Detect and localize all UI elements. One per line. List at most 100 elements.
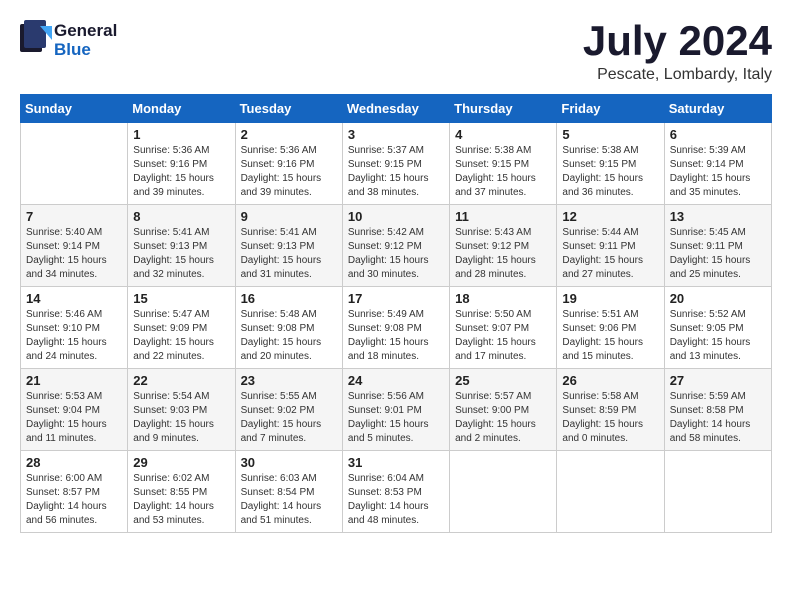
day-info: Sunrise: 5:39 AM Sunset: 9:14 PM Dayligh… [670,144,766,200]
day-number: 5 [562,127,658,142]
day-cell: 6Sunrise: 5:39 AM Sunset: 9:14 PM Daylig… [664,123,771,205]
day-number: 19 [562,291,658,306]
day-cell: 17 Sunrise: 5:49 AM Sunset: 9:08 PM Dayli… [342,287,449,369]
day-info: Sunrise: 6:04 AM Sunset: 8:53 PM Dayligh… [348,472,444,528]
day-cell: 14 Sunrise: 5:46 AM Sunset: 9:10 PM Dayli… [21,287,128,369]
day-number: 22 [133,373,229,388]
day-info: Sunrise: 5:57 AM Sunset: 9:00 PM Dayligh… [455,390,551,446]
day-number: 4 [455,127,551,142]
day-cell [664,451,771,533]
column-header-tuesday: Tuesday [235,95,342,123]
column-header-friday: Friday [557,95,664,123]
day-info: Sunrise: 5:46 AM Sunset: 9:10 PM Dayligh… [26,308,122,364]
day-number: 8 [133,209,229,224]
day-number: 16 [241,291,337,306]
logo: General Blue [20,20,117,61]
month-title: July 2024 [583,20,772,62]
day-cell: 16 Sunrise: 5:48 AM Sunset: 9:08 PM Dayli… [235,287,342,369]
day-info: Sunrise: 5:49 AM Sunset: 9:08 PM Dayligh… [348,308,444,364]
column-header-monday: Monday [128,95,235,123]
week-row-4: 21 Sunrise: 5:53 AM Sunset: 9:04 PM Dayli… [21,369,772,451]
day-cell: 21 Sunrise: 5:53 AM Sunset: 9:04 PM Dayli… [21,369,128,451]
day-cell: 23 Sunrise: 5:55 AM Sunset: 9:02 PM Dayli… [235,369,342,451]
day-number: 10 [348,209,444,224]
day-info: Sunrise: 5:40 AM Sunset: 9:14 PM Dayligh… [26,226,122,282]
day-number: 30 [241,455,337,470]
day-number: 14 [26,291,122,306]
column-header-saturday: Saturday [664,95,771,123]
day-cell: 2 Sunrise: 5:36 AM Sunset: 9:16 PM Daylig… [235,123,342,205]
day-cell: 3 Sunrise: 5:37 AM Sunset: 9:15 PM Daylig… [342,123,449,205]
day-cell [557,451,664,533]
day-cell: 15Sunrise: 5:47 AM Sunset: 9:09 PM Dayli… [128,287,235,369]
day-cell: 24 Sunrise: 5:56 AM Sunset: 9:01 PM Dayli… [342,369,449,451]
day-info: Sunrise: 6:03 AM Sunset: 8:54 PM Dayligh… [241,472,337,528]
day-info: Sunrise: 5:50 AM Sunset: 9:07 PM Dayligh… [455,308,551,364]
day-info: Sunrise: 5:52 AM Sunset: 9:05 PM Dayligh… [670,308,766,364]
day-cell: 11Sunrise: 5:43 AM Sunset: 9:12 PM Dayli… [450,205,557,287]
logo-blue: Blue [54,41,117,60]
week-row-5: 28Sunrise: 6:00 AM Sunset: 8:57 PM Dayli… [21,451,772,533]
calendar-table: SundayMondayTuesdayWednesdayThursdayFrid… [20,94,772,533]
week-row-2: 7 Sunrise: 5:40 AM Sunset: 9:14 PM Daylig… [21,205,772,287]
day-cell: 4Sunrise: 5:38 AM Sunset: 9:15 PM Daylig… [450,123,557,205]
calendar-body: 1 Sunrise: 5:36 AM Sunset: 9:16 PM Daylig… [21,123,772,533]
day-number: 27 [670,373,766,388]
day-info: Sunrise: 5:58 AM Sunset: 8:59 PM Dayligh… [562,390,658,446]
day-number: 17 [348,291,444,306]
logo-general: General [54,22,117,41]
day-info: Sunrise: 5:36 AM Sunset: 9:16 PM Dayligh… [133,144,229,200]
day-cell: 30 Sunrise: 6:03 AM Sunset: 8:54 PM Dayli… [235,451,342,533]
day-number: 11 [455,209,551,224]
day-number: 1 [133,127,229,142]
day-info: Sunrise: 5:44 AM Sunset: 9:11 PM Dayligh… [562,226,658,282]
day-number: 31 [348,455,444,470]
day-cell: 19Sunrise: 5:51 AM Sunset: 9:06 PM Dayli… [557,287,664,369]
day-number: 24 [348,373,444,388]
day-info: Sunrise: 5:37 AM Sunset: 9:15 PM Dayligh… [348,144,444,200]
day-number: 2 [241,127,337,142]
column-header-sunday: Sunday [21,95,128,123]
day-number: 29 [133,455,229,470]
day-cell [450,451,557,533]
day-info: Sunrise: 5:55 AM Sunset: 9:02 PM Dayligh… [241,390,337,446]
day-info: Sunrise: 5:47 AM Sunset: 9:09 PM Dayligh… [133,308,229,364]
day-info: Sunrise: 5:41 AM Sunset: 9:13 PM Dayligh… [241,226,337,282]
day-cell: 31 Sunrise: 6:04 AM Sunset: 8:53 PM Dayli… [342,451,449,533]
day-info: Sunrise: 5:36 AM Sunset: 9:16 PM Dayligh… [241,144,337,200]
day-info: Sunrise: 5:56 AM Sunset: 9:01 PM Dayligh… [348,390,444,446]
day-cell: 9 Sunrise: 5:41 AM Sunset: 9:13 PM Daylig… [235,205,342,287]
day-number: 13 [670,209,766,224]
day-cell: 28Sunrise: 6:00 AM Sunset: 8:57 PM Dayli… [21,451,128,533]
day-info: Sunrise: 5:48 AM Sunset: 9:08 PM Dayligh… [241,308,337,364]
day-number: 7 [26,209,122,224]
day-number: 26 [562,373,658,388]
day-number: 21 [26,373,122,388]
day-cell: 7 Sunrise: 5:40 AM Sunset: 9:14 PM Daylig… [21,205,128,287]
day-cell: 8Sunrise: 5:41 AM Sunset: 9:13 PM Daylig… [128,205,235,287]
day-number: 23 [241,373,337,388]
day-cell: 29Sunrise: 6:02 AM Sunset: 8:55 PM Dayli… [128,451,235,533]
day-cell: 12 Sunrise: 5:44 AM Sunset: 9:11 PM Dayli… [557,205,664,287]
day-number: 9 [241,209,337,224]
day-cell: 18 Sunrise: 5:50 AM Sunset: 9:07 PM Dayli… [450,287,557,369]
day-info: Sunrise: 5:54 AM Sunset: 9:03 PM Dayligh… [133,390,229,446]
logo-icon [20,20,52,56]
day-cell: 10Sunrise: 5:42 AM Sunset: 9:12 PM Dayli… [342,205,449,287]
day-cell: 1 Sunrise: 5:36 AM Sunset: 9:16 PM Daylig… [128,123,235,205]
day-number: 18 [455,291,551,306]
day-number: 3 [348,127,444,142]
week-row-3: 14 Sunrise: 5:46 AM Sunset: 9:10 PM Dayli… [21,287,772,369]
day-info: Sunrise: 5:45 AM Sunset: 9:11 PM Dayligh… [670,226,766,282]
day-info: Sunrise: 5:59 AM Sunset: 8:58 PM Dayligh… [670,390,766,446]
day-info: Sunrise: 5:53 AM Sunset: 9:04 PM Dayligh… [26,390,122,446]
day-cell [21,123,128,205]
day-number: 12 [562,209,658,224]
calendar-header-row: SundayMondayTuesdayWednesdayThursdayFrid… [21,95,772,123]
day-number: 25 [455,373,551,388]
day-cell: 25 Sunrise: 5:57 AM Sunset: 9:00 PM Dayli… [450,369,557,451]
column-header-thursday: Thursday [450,95,557,123]
day-info: Sunrise: 6:00 AM Sunset: 8:57 PM Dayligh… [26,472,122,528]
day-cell: 20Sunrise: 5:52 AM Sunset: 9:05 PM Dayli… [664,287,771,369]
location-title: Pescate, Lombardy, Italy [583,66,772,84]
